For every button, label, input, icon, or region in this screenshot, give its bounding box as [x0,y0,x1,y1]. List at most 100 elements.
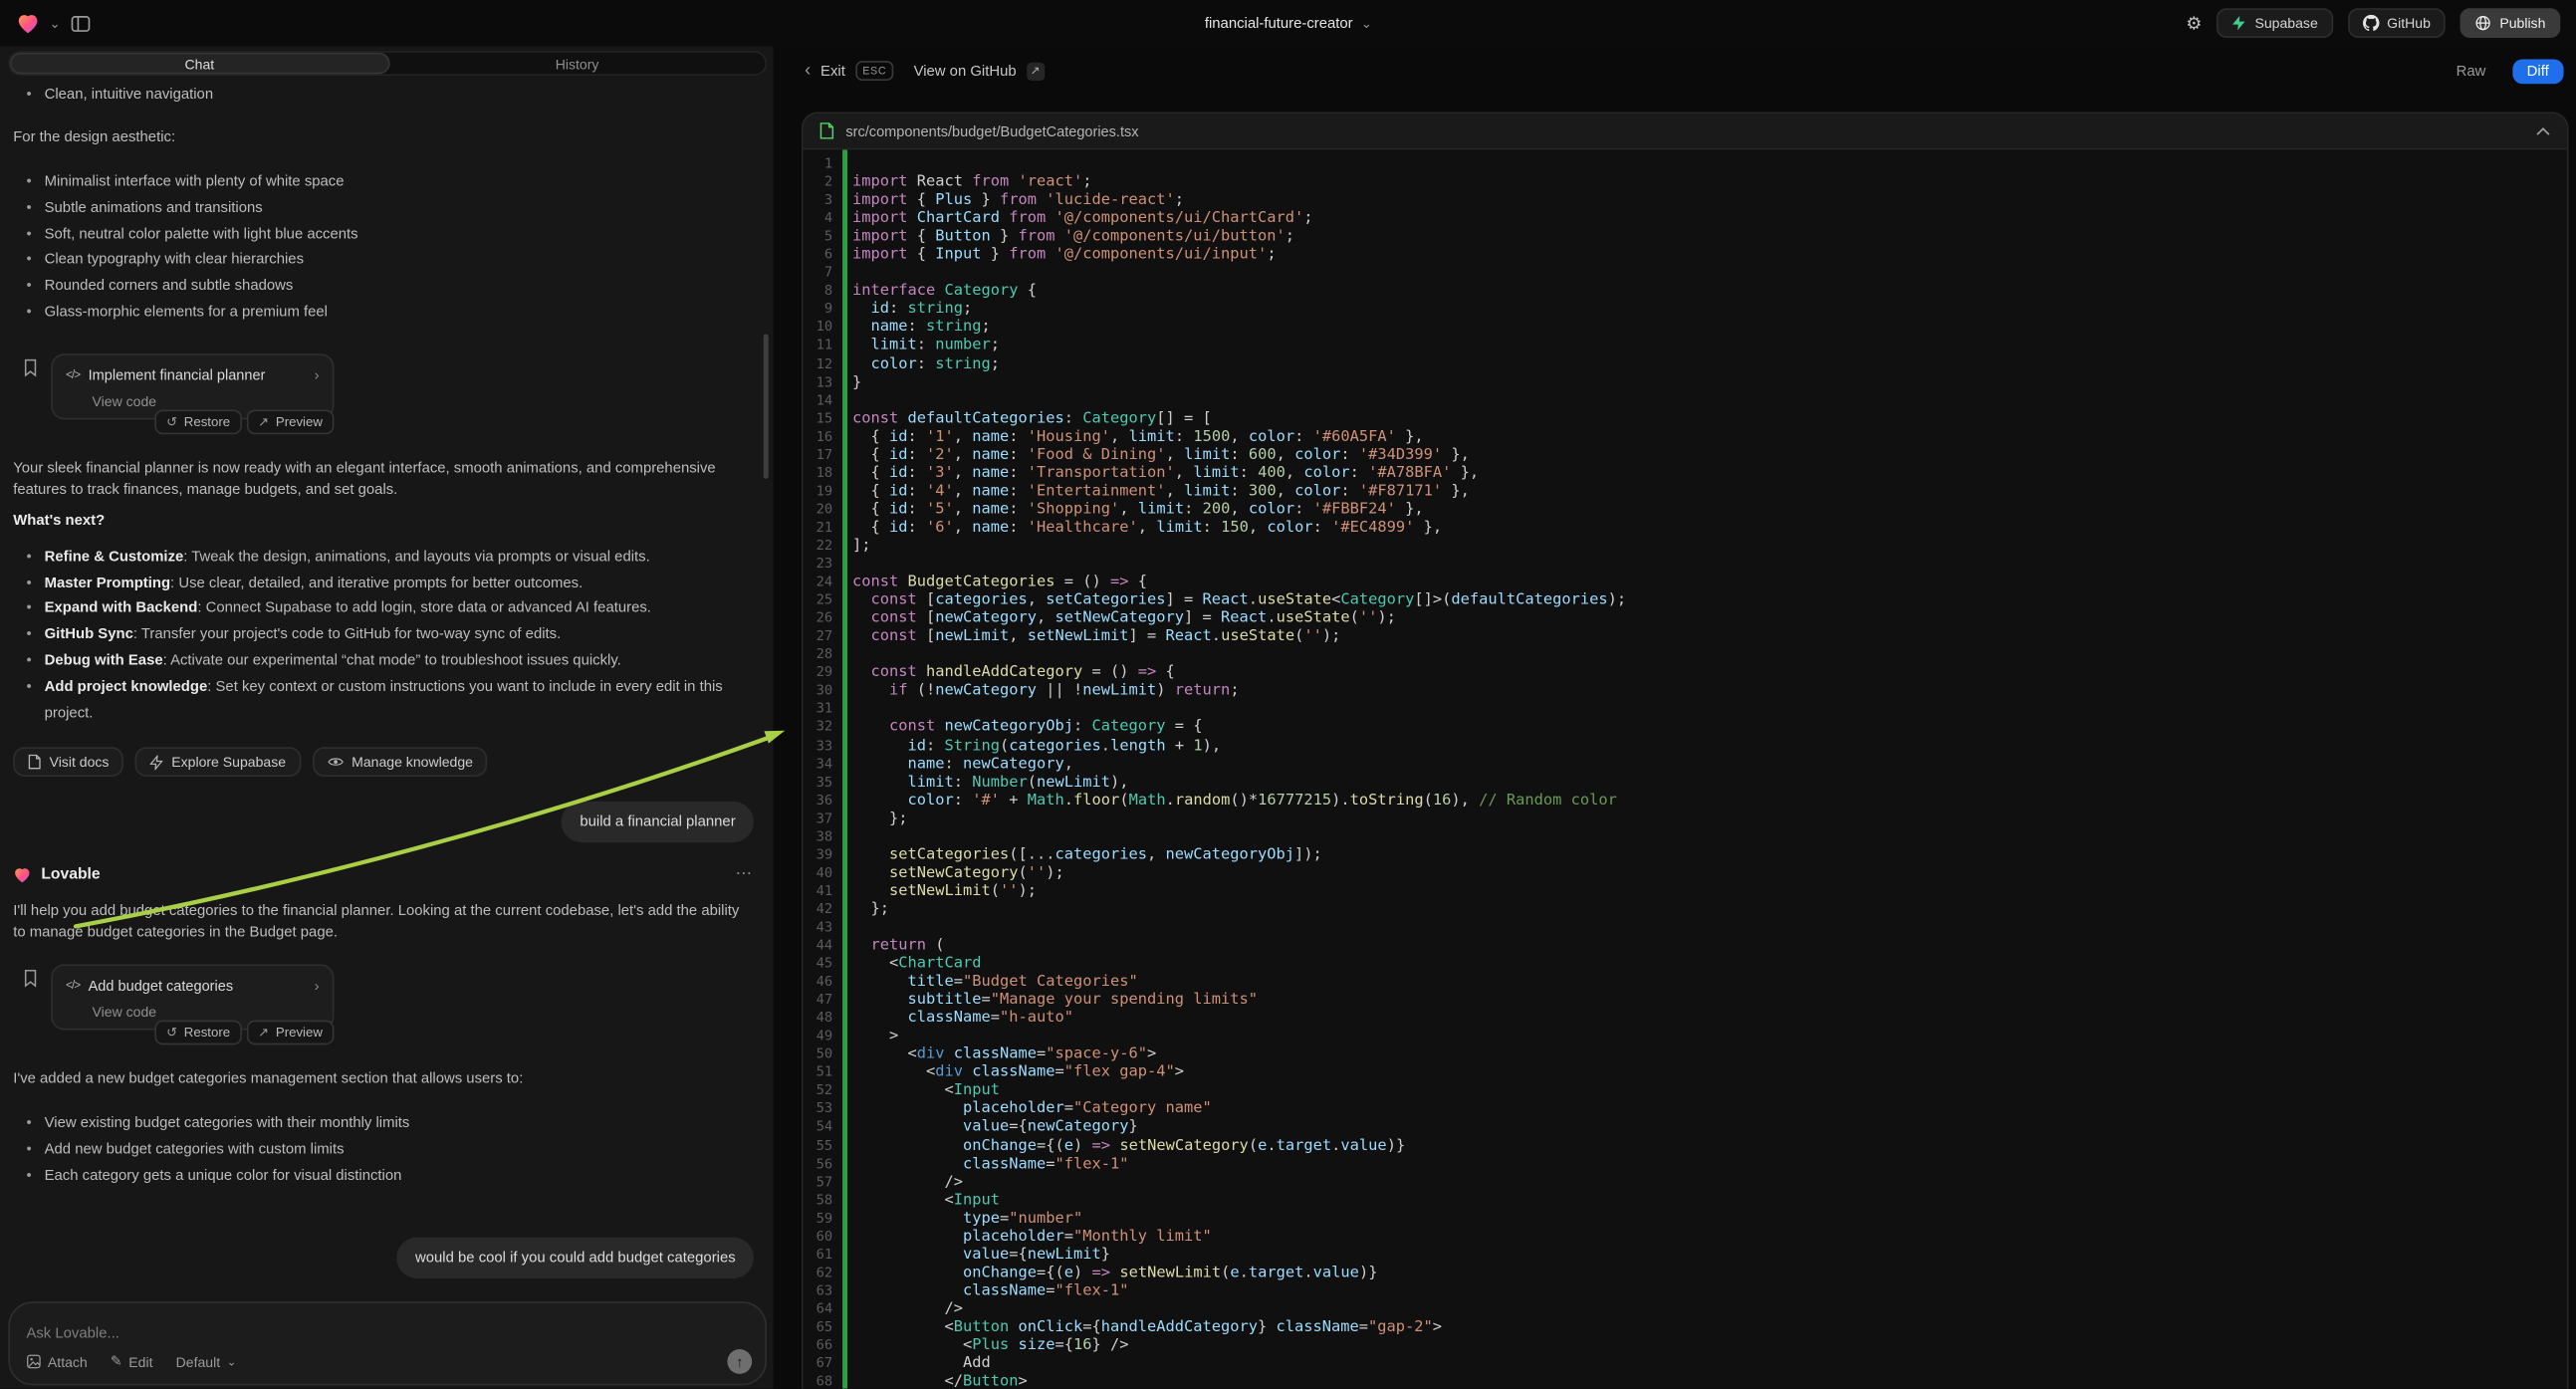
assistant-paragraph: I'll help you add budget categories to t… [13,901,754,944]
code-line-text: value={newCategory} [832,1118,1138,1136]
line-number: 27 [803,627,832,645]
collapse-chevron-up-icon[interactable] [2536,125,2551,135]
code-icon: </> [66,977,80,998]
line-number: 2 [803,173,832,191]
code-line-text: onChange={(e) => setNewLimit(e.target.va… [832,1264,1377,1281]
explore-supabase-button[interactable]: Explore Supabase [135,748,301,778]
code-change-card-1[interactable]: </> Implement financial planner › View c… [51,353,334,419]
line-number: 54 [803,1118,832,1136]
restore-button[interactable]: ↺Restore [155,409,242,434]
line-number: 15 [803,409,832,427]
code-line: 62 onChange={(e) => setNewLimit(e.target… [803,1264,2566,1281]
preview-label: Preview [276,414,323,429]
code-line-text: <Plus size={16} /> [832,1336,1128,1354]
visit-docs-button[interactable]: Visit docs [13,748,123,778]
code-line: 13} [803,372,2566,390]
code-line: 64 /> [803,1299,2566,1317]
file-header[interactable]: src/components/budget/BudgetCategories.t… [803,114,2566,149]
attach-button[interactable]: Attach [26,1353,87,1370]
item-lead: Add project knowledge [45,677,208,694]
code-line: 20 { id: '5', name: 'Shopping', limit: 2… [803,500,2566,518]
line-number: 17 [803,445,832,463]
project-selector[interactable]: financial-future-creator ⌄ [1205,15,1372,32]
line-number: 46 [803,973,832,991]
lovable-logo-icon[interactable] [17,12,40,33]
code-line-text: onChange={(e) => setNewCategory(e.target… [832,1136,1405,1154]
code-line: 3import { Plus } from 'lucide-react'; [803,191,2566,209]
item-lead: Master Prompting [45,574,170,590]
line-number: 63 [803,1281,832,1299]
lovable-heart-icon [13,867,31,884]
edit-button[interactable]: ✎ Edit [111,1352,153,1370]
code-line: 47 subtitle="Manage your spending limits… [803,991,2566,1009]
line-number: 48 [803,1009,832,1027]
code-icon: </> [66,364,80,385]
code-line: 65 <Button onClick={handleAddCategory} c… [803,1318,2566,1336]
code-line-text: const [categories, setCategories] = Reac… [832,590,1626,608]
line-number: 26 [803,609,832,627]
code-line-text: import { Plus } from 'lucide-react'; [832,191,1184,209]
code-line: 1 [803,154,2566,172]
line-number: 16 [803,427,832,445]
code-line: 4import ChartCard from '@/components/ui/… [803,209,2566,227]
bookmark-icon[interactable] [23,358,38,383]
file-icon [820,121,834,139]
panel-toggle-button[interactable] [71,14,91,32]
github-label: GitHub [2387,15,2431,32]
line-number: 49 [803,1028,832,1045]
preview-button[interactable]: ↗Preview [247,1021,335,1045]
view-on-github-label: View on GitHub [914,63,1017,80]
raw-button[interactable]: Raw [2447,61,2496,81]
github-icon [2362,15,2379,32]
code-change-card-2[interactable]: </> Add budget categories › View code ↺R… [51,965,334,1031]
more-options-button[interactable]: ⋯ [736,864,754,885]
bullet-list: Clean, intuitive navigation [13,84,754,105]
code-editor[interactable]: 12import React from 'react';3import { Pl… [803,149,2566,1388]
tab-history[interactable]: History [389,53,766,74]
code-line-text: { id: '3', name: 'Transportation', limit… [832,464,1479,482]
code-line-text: color: string; [832,354,1000,372]
code-line: 28 [803,645,2566,663]
code-change-block-2: </> Add budget categories › View code ↺R… [13,965,754,1031]
code-line-text: <ChartCard [832,955,981,973]
code-line-text: type="number" [832,1209,1082,1227]
code-line: 7 [803,264,2566,282]
settings-gear-icon[interactable]: ⚙ [2186,12,2202,33]
line-number: 37 [803,810,832,827]
preview-button[interactable]: ↗Preview [247,409,335,434]
view-on-github-button[interactable]: View on GitHub ↗ [914,62,1045,80]
line-number: 53 [803,1100,832,1118]
code-line: 41 setNewLimit(''); [803,882,2566,900]
code-line-text: const defaultCategories: Category[] = [ [832,409,1212,427]
supabase-button[interactable]: Supabase [2217,8,2332,38]
diff-added-bar [842,149,846,1388]
send-button[interactable]: ↑ [727,1349,752,1374]
code-line: 32 const newCategoryObj: Category = { [803,718,2566,736]
bookmark-icon[interactable] [23,970,38,995]
publish-button[interactable]: Publish [2460,8,2561,38]
design-intro: For the design aesthetic: [13,126,754,147]
exit-label: Exit [820,63,845,80]
line-number: 65 [803,1318,832,1336]
exit-button[interactable]: ‹ Exit ESC [805,61,894,81]
github-button[interactable]: GitHub [2348,8,2446,38]
code-line: 48 className="h-auto" [803,1009,2566,1027]
line-number: 18 [803,464,832,482]
code-line: 43 [803,918,2566,936]
code-line-text: const handleAddCategory = () => { [832,663,1175,681]
chat-scrollbar[interactable] [764,334,769,478]
line-number: 59 [803,1209,832,1227]
chat-scroll-area[interactable]: Clean, intuitive navigation For the desi… [0,81,774,1296]
manage-knowledge-button[interactable]: Manage knowledge [312,748,487,778]
diff-button[interactable]: Diff [2512,59,2564,84]
line-number: 41 [803,882,832,900]
mode-selector[interactable]: Default ⌄ [176,1353,237,1370]
code-line-text: /> [832,1173,963,1191]
tab-chat[interactable]: Chat [10,53,389,74]
logo-chevron-down-icon[interactable]: ⌄ [50,16,61,31]
chat-input[interactable] [26,1324,712,1341]
restore-button[interactable]: ↺Restore [155,1021,242,1045]
code-line: 2import React from 'react'; [803,173,2566,191]
code-line-text: <Button onClick={handleAddCategory} clas… [832,1318,1442,1336]
code-lines: 12import React from 'react';3import { Pl… [803,154,2566,1388]
